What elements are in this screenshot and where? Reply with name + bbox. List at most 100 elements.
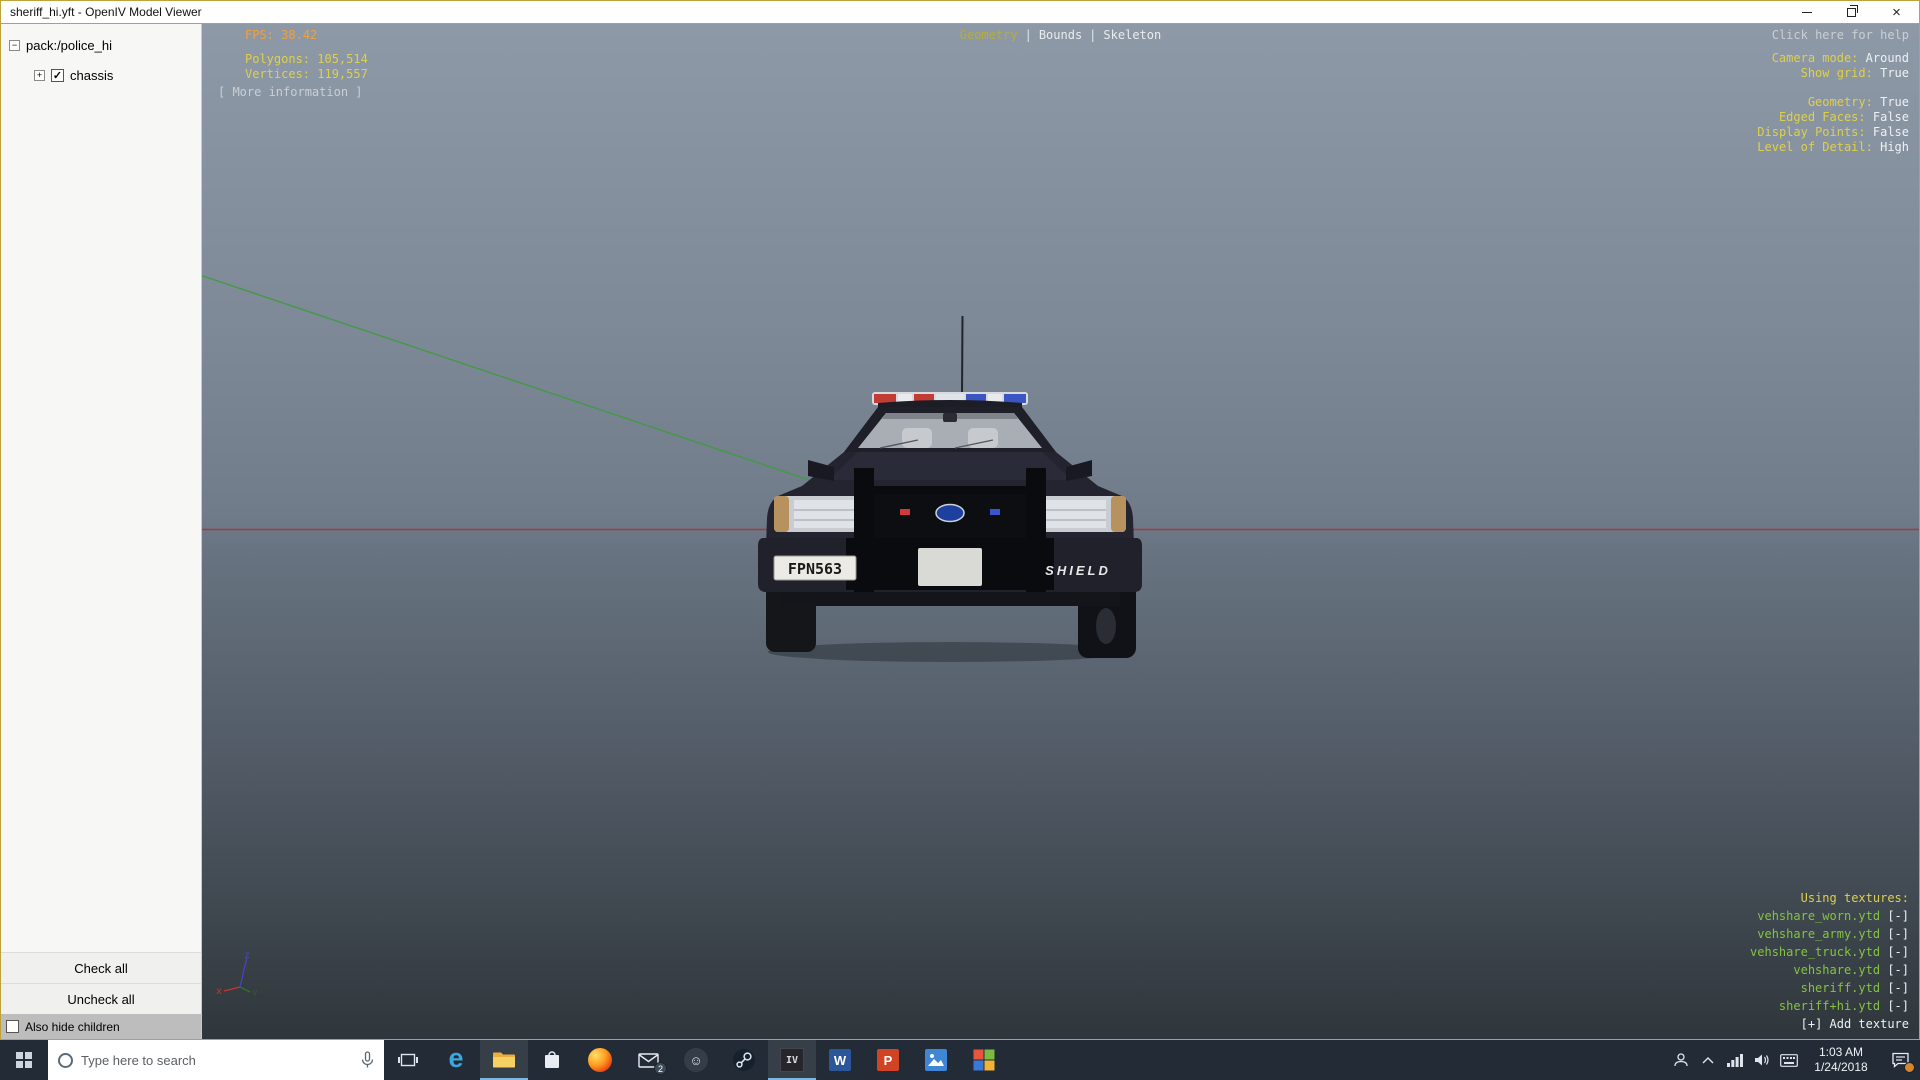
task-view-button[interactable] [384, 1040, 432, 1080]
taskbar: e 2 ☺ IV W P 1:03 A [0, 1040, 1920, 1080]
firefox-app-button[interactable] [576, 1040, 624, 1080]
texture-item: vehshare_army.ytd [-] [1750, 925, 1909, 943]
check-all-button[interactable]: Check all [1, 952, 201, 983]
photos-app-button[interactable] [912, 1040, 960, 1080]
minimize-button[interactable] [1784, 1, 1829, 23]
media-app-icon [973, 1049, 995, 1071]
sidebar-bottom-controls: Check all Uncheck all Also hide children [1, 952, 201, 1039]
taskbar-clock[interactable]: 1:03 AM 1/24/2018 [1802, 1045, 1880, 1075]
window-controls: × [1784, 1, 1919, 23]
camera-settings: Camera mode: Around Show grid: True [1772, 51, 1909, 81]
close-button[interactable]: × [1874, 1, 1919, 23]
network-signal-icon [1726, 1053, 1743, 1067]
chassis-checkbox[interactable]: ✓ [51, 68, 64, 82]
chat-app-button[interactable]: ☺ [672, 1040, 720, 1080]
file-explorer-app-button[interactable] [480, 1040, 528, 1080]
steam-app-button[interactable] [720, 1040, 768, 1080]
side-mirror-left [808, 460, 834, 481]
textures-header: Using textures: [1800, 891, 1909, 905]
axis-x-label: x [216, 986, 222, 995]
texture-name: vehshare_army.ytd [1757, 927, 1881, 941]
expand-expander-icon[interactable]: + [34, 69, 45, 81]
tab-bounds[interactable]: Bounds [1039, 28, 1082, 43]
powerpoint-app-button[interactable]: P [864, 1040, 912, 1080]
tab-separator: | [1089, 28, 1097, 42]
stats-overlay: FPS: 38.42 Polygons: 105,514 Vertices: 1… [218, 28, 368, 100]
remove-texture-button[interactable]: [-] [1887, 909, 1909, 923]
also-hide-children-row: Also hide children [1, 1014, 201, 1039]
tree-root-label[interactable]: pack:/police_hi [26, 38, 112, 53]
ford-emblem [935, 503, 965, 523]
touch-keyboard-button[interactable] [1775, 1040, 1802, 1080]
media-app-button[interactable] [960, 1040, 1008, 1080]
titlebar[interactable]: sheriff_hi.yft - OpenIV Model Viewer × [1, 1, 1919, 23]
side-mirror-right [1066, 460, 1092, 481]
notification-badge [1904, 1062, 1915, 1073]
people-icon [1673, 1053, 1688, 1067]
remove-texture-button[interactable]: [-] [1887, 999, 1909, 1013]
tree-row-root[interactable]: − pack:/police_hi [9, 34, 201, 56]
remove-texture-button[interactable]: [-] [1887, 963, 1909, 977]
setting-geometry[interactable]: Geometry: True [1757, 95, 1909, 110]
uncheck-all-button[interactable]: Uncheck all [1, 983, 201, 1014]
tab-geometry[interactable]: Geometry [960, 28, 1018, 43]
network-button[interactable] [1721, 1040, 1748, 1080]
setting-camera-mode[interactable]: Camera mode: Around [1772, 51, 1909, 66]
word-icon: W [829, 1049, 851, 1071]
store-bag-icon [545, 1050, 559, 1068]
also-hide-children-checkbox[interactable] [6, 1020, 19, 1033]
powerpoint-icon: P [877, 1049, 899, 1071]
model-viewport[interactable]: FPN563 SHIELD FPS: 38.42 Polygons: 105,5… [202, 24, 1919, 1039]
openiv-app-button[interactable]: IV [768, 1040, 816, 1080]
axis-z-label: z [244, 950, 250, 961]
display-mode-tabs: Geometry | Bounds | Skeleton [960, 28, 1161, 43]
volume-icon [1754, 1054, 1769, 1066]
store-app-button[interactable] [528, 1040, 576, 1080]
chat-app-icon: ☺ [684, 1048, 708, 1072]
polygons-counter: Polygons: 105,514 [245, 52, 368, 66]
texture-item: vehshare_truck.ytd [-] [1750, 943, 1909, 961]
setting-level-of-detail[interactable]: Level of Detail: High [1757, 140, 1909, 155]
render-settings: Geometry: True Edged Faces: False Displa… [1757, 95, 1909, 155]
word-app-button[interactable]: W [816, 1040, 864, 1080]
edge-app-button[interactable]: e [432, 1040, 480, 1080]
people-button[interactable] [1667, 1040, 1694, 1080]
action-center-button[interactable] [1880, 1040, 1920, 1080]
also-hide-children-label: Also hide children [25, 1019, 120, 1034]
texture-name: vehshare_worn.ytd [1757, 909, 1881, 923]
tree-item-chassis-label[interactable]: chassis [70, 68, 113, 83]
setting-display-points[interactable]: Display Points: False [1757, 125, 1909, 140]
taskbar-search[interactable] [48, 1040, 384, 1080]
start-button[interactable] [0, 1040, 48, 1080]
axis-gizmo: z x y [216, 950, 258, 995]
windows-logo-icon [16, 1052, 32, 1068]
keyboard-icon [1779, 1053, 1798, 1067]
search-input[interactable] [81, 1052, 353, 1068]
close-icon: × [1892, 3, 1901, 21]
fps-counter: FPS: 38.42 [245, 28, 318, 42]
microphone-icon[interactable] [361, 1051, 374, 1069]
window-title: sheriff_hi.yft - OpenIV Model Viewer [10, 5, 202, 19]
remove-texture-button[interactable]: [-] [1887, 945, 1909, 959]
vertices-counter: Vertices: 119,557 [245, 67, 368, 81]
file-explorer-icon [493, 1052, 515, 1068]
setting-show-grid[interactable]: Show grid: True [1772, 66, 1909, 81]
restore-button[interactable] [1829, 1, 1874, 23]
remove-texture-button[interactable]: [-] [1887, 981, 1909, 995]
remove-texture-button[interactable]: [-] [1887, 927, 1909, 941]
texture-item: sheriff+hi.ytd [-] [1750, 997, 1909, 1015]
texture-item: vehshare.ytd [-] [1750, 961, 1909, 979]
more-information-link[interactable]: [ More information ] [218, 85, 368, 100]
collapse-expander-icon[interactable]: − [9, 39, 20, 51]
setting-edged-faces[interactable]: Edged Faces: False [1757, 110, 1909, 125]
help-link[interactable]: Click here for help [1772, 28, 1909, 43]
volume-button[interactable] [1748, 1040, 1775, 1080]
mail-app-button[interactable]: 2 [624, 1040, 672, 1080]
show-hidden-icons-button[interactable] [1694, 1040, 1721, 1080]
texture-item: sheriff.ytd [-] [1750, 979, 1909, 997]
textures-panel: Using textures: vehshare_worn.ytd [-] ve… [1750, 889, 1909, 1033]
tab-skeleton[interactable]: Skeleton [1103, 28, 1161, 43]
minimize-icon [1801, 11, 1812, 13]
tree-row-chassis[interactable]: + ✓ chassis [34, 64, 201, 86]
add-texture-button[interactable]: [+] Add texture [1750, 1015, 1909, 1033]
